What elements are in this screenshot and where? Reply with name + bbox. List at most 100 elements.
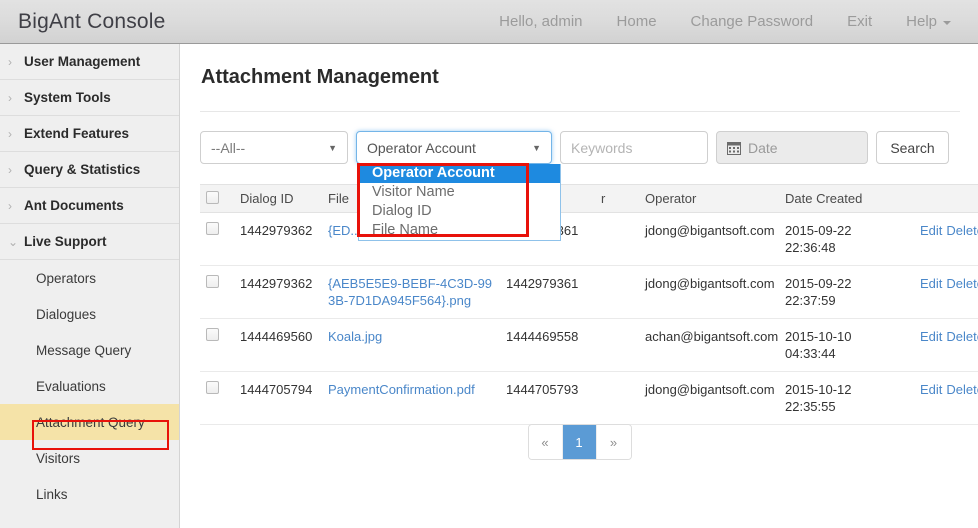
row-select-cell xyxy=(200,318,234,372)
nav-exit[interactable]: Exit xyxy=(830,13,889,30)
cell-operator: achan@bigantsoft.com xyxy=(639,318,779,372)
cell-dialog-id: 1444469560 xyxy=(234,318,322,372)
nav-home[interactable]: Home xyxy=(600,13,674,30)
search-input-placeholder: Keywords xyxy=(571,139,633,156)
sidebar-group-system-tools[interactable]: › System Tools xyxy=(0,80,179,116)
scope-select[interactable]: --All-- ▼ xyxy=(200,131,348,164)
table-row: 1444705794 PaymentConfirmation.pdf 14447… xyxy=(200,371,978,425)
sidebar-group-label: Query & Statistics xyxy=(24,162,141,177)
sidebar-item-label: Links xyxy=(36,486,68,502)
top-navigation: Hello, admin Home Change Password Exit H… xyxy=(482,13,978,30)
chevron-right-icon: › xyxy=(8,54,12,69)
sidebar-item-visitors[interactable]: Visitors xyxy=(0,440,179,476)
dropdown-option-visitor-name[interactable]: Visitor Name xyxy=(359,183,560,202)
pagination-next[interactable]: » xyxy=(596,425,631,459)
row-checkbox[interactable] xyxy=(206,328,219,341)
cell-visitor-name xyxy=(595,265,639,319)
cell-visitor-name xyxy=(595,371,639,425)
scope-select-value: --All-- xyxy=(211,139,246,156)
date-input[interactable]: Date xyxy=(716,131,868,164)
nav-help[interactable]: Help xyxy=(889,13,968,30)
main-content: Attachment Management --All-- ▼ Operator… xyxy=(181,44,978,528)
cell-date-created: 2015-09-22 22:36:48 xyxy=(779,212,907,266)
row-select-cell xyxy=(200,212,234,266)
sidebar-item-label: Visitors xyxy=(36,450,81,466)
dropdown-option-file-name[interactable]: File Name xyxy=(359,221,560,240)
sidebar-group-label: System Tools xyxy=(24,90,111,105)
row-checkbox[interactable] xyxy=(206,275,219,288)
chevron-down-icon xyxy=(943,20,951,25)
column-header-dialog-id[interactable]: Dialog ID xyxy=(234,184,322,213)
cell-operator: jdong@bigantsoft.com xyxy=(639,371,779,425)
chevron-down-icon: ▼ xyxy=(532,142,541,153)
field-select[interactable]: Operator Account ▼ xyxy=(356,131,552,164)
delete-link[interactable]: Delete xyxy=(946,329,978,344)
calendar-icon xyxy=(727,141,741,155)
edit-link[interactable]: Edit xyxy=(920,223,942,238)
pagination-page-1[interactable]: 1 xyxy=(562,425,597,459)
delete-link[interactable]: Delete xyxy=(946,382,978,397)
edit-link[interactable]: Edit xyxy=(920,382,942,397)
dropdown-option-dialog-id[interactable]: Dialog ID xyxy=(359,202,560,221)
chevron-right-icon: › xyxy=(8,126,12,141)
column-header-visitor-name[interactable]: r xyxy=(595,184,639,213)
edit-link[interactable]: Edit xyxy=(920,329,942,344)
table-row: 1442979362 {AEB5E5E9-BEBF-4C3D-993B-7D1D… xyxy=(200,265,978,319)
cell-actions: Edit Delete xyxy=(907,318,978,372)
column-header-date-created[interactable]: Date Created xyxy=(779,184,907,213)
table-row: 1442979362 {ED...A75...}.png 1442979361 … xyxy=(200,212,978,266)
sidebar-group-ant-documents[interactable]: › Ant Documents xyxy=(0,188,179,224)
nav-greeting: Hello, admin xyxy=(499,13,583,30)
sidebar-item-evaluations[interactable]: Evaluations xyxy=(0,368,179,404)
sidebar-group-label: Extend Features xyxy=(24,126,130,141)
chevron-down-icon: ▼ xyxy=(328,142,337,153)
file-link[interactable]: Koala.jpg xyxy=(328,329,382,344)
app-brand: BigAnt Console xyxy=(18,9,166,33)
edit-link[interactable]: Edit xyxy=(920,276,942,291)
attachments-table: Dialog ID File r Operator Date Created 1… xyxy=(200,184,978,425)
sidebar-group-user-management[interactable]: › User Management xyxy=(0,44,179,80)
sidebar-group-query-statistics[interactable]: › Query & Statistics xyxy=(0,152,179,188)
field-select-dropdown[interactable]: Operator Account Visitor Name Dialog ID … xyxy=(358,164,561,241)
row-checkbox[interactable] xyxy=(206,222,219,235)
delete-link[interactable]: Delete xyxy=(946,276,978,291)
sidebar-item-dialogues[interactable]: Dialogues xyxy=(0,296,179,332)
chevron-down-icon: ⌄ xyxy=(8,234,19,249)
column-header-operator[interactable]: Operator xyxy=(639,184,779,213)
nav-change-password[interactable]: Change Password xyxy=(674,13,831,30)
sidebar-item-message-query[interactable]: Message Query xyxy=(0,332,179,368)
cell-dialog-id: 1442979362 xyxy=(234,265,322,319)
delete-link[interactable]: Delete xyxy=(946,223,978,238)
row-checkbox[interactable] xyxy=(206,381,219,394)
title-divider xyxy=(200,111,960,112)
dropdown-option-operator-account[interactable]: Operator Account xyxy=(359,164,560,183)
table-row: 1444469560 Koala.jpg 1444469558 achan@bi… xyxy=(200,318,978,372)
sidebar-item-label: Attachment Query xyxy=(36,414,145,430)
sidebar-group-live-support[interactable]: ⌄ Live Support xyxy=(0,224,179,260)
nav-help-label: Help xyxy=(906,13,937,30)
sidebar-group-label: User Management xyxy=(24,54,141,69)
sidebar-group-extend-features[interactable]: › Extend Features xyxy=(0,116,179,152)
sidebar-item-operators[interactable]: Operators xyxy=(0,260,179,296)
cell-actions: Edit Delete xyxy=(907,212,978,266)
sidebar-item-links[interactable]: Links xyxy=(0,476,179,512)
cell-file-name: Koala.jpg xyxy=(322,318,500,372)
field-select-value: Operator Account xyxy=(367,139,476,156)
sidebar-item-attachment-query[interactable]: Attachment Query xyxy=(0,404,179,440)
sidebar-item-label: Dialogues xyxy=(36,306,97,322)
cell-operator: jdong@bigantsoft.com xyxy=(639,265,779,319)
pagination-prev[interactable]: « xyxy=(528,425,563,459)
column-header-actions xyxy=(907,184,978,213)
chevron-right-icon: › xyxy=(8,162,12,177)
cell-file-name: {AEB5E5E9-BEBF-4C3D-993B-7D1DA945F564}.p… xyxy=(322,265,500,319)
table-header-row: Dialog ID File r Operator Date Created xyxy=(200,184,978,213)
file-link[interactable]: {AEB5E5E9-BEBF-4C3D-993B-7D1DA945F564}.p… xyxy=(328,276,492,308)
search-input[interactable]: Keywords xyxy=(560,131,708,164)
cell-visitor-id: 1442979361 xyxy=(500,265,595,319)
pagination: « 1 » xyxy=(181,424,978,460)
file-link[interactable]: PaymentConfirmation.pdf xyxy=(328,382,475,397)
row-select-cell xyxy=(200,265,234,319)
search-button[interactable]: Search xyxy=(876,131,949,164)
row-select-cell xyxy=(200,371,234,425)
select-all-checkbox[interactable] xyxy=(206,190,219,204)
